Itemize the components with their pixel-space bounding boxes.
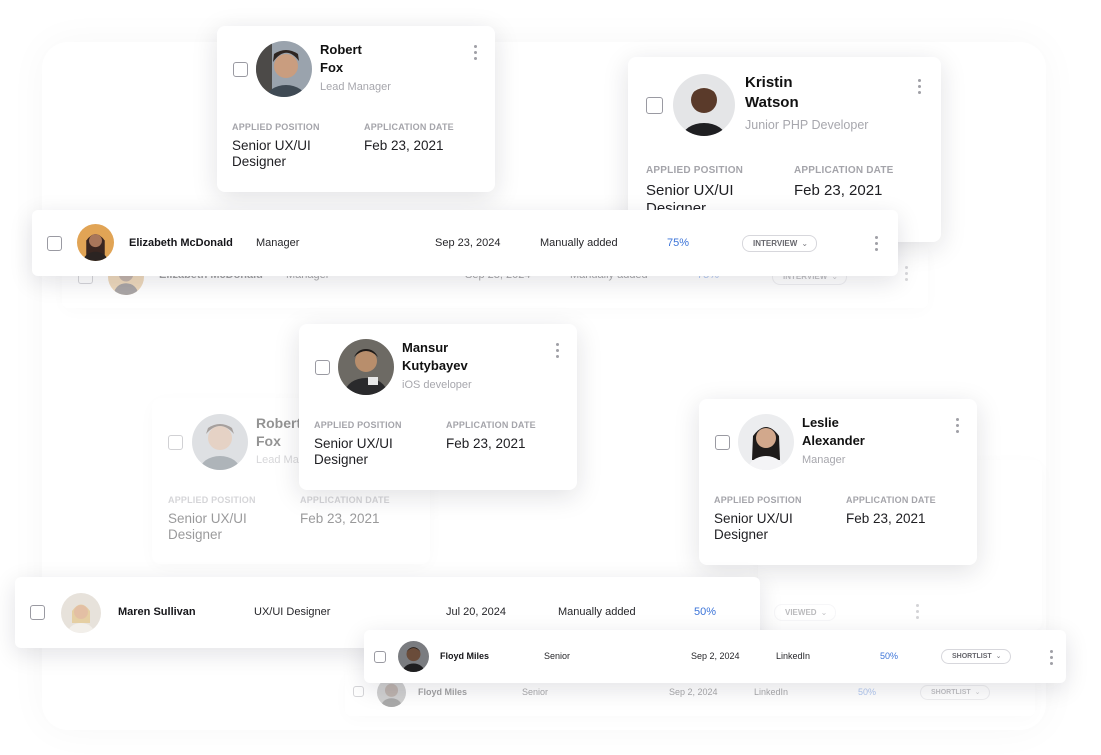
candidate-name: Floyd Miles xyxy=(418,687,468,697)
match-score: 75% xyxy=(667,237,690,249)
card-checkbox[interactable] xyxy=(715,435,730,450)
applied-date: Sep 2, 2024 xyxy=(669,687,718,697)
applied-position-line-1: Senior UX/UI xyxy=(168,511,247,526)
chevron-down-icon: ⌄ xyxy=(974,689,981,696)
applied-position-line-1: Senior UX/UI xyxy=(714,511,793,526)
source: Manually added xyxy=(540,237,618,249)
applied-position-label: APPLIED POSITION xyxy=(168,495,256,505)
chevron-down-icon: ⌄ xyxy=(820,608,828,617)
application-date: Feb 23, 2021 xyxy=(446,436,526,451)
avatar xyxy=(738,414,794,470)
candidate-last-name: Fox xyxy=(320,60,344,75)
applied-position-label: APPLIED POSITION xyxy=(714,495,802,505)
match-score: 50% xyxy=(858,687,877,697)
application-date-label: APPLICATION DATE xyxy=(364,122,454,132)
candidate-card: Mansur Kutybayev iOS developer APPLIED P… xyxy=(299,324,577,490)
application-date-label: APPLICATION DATE xyxy=(846,495,936,505)
application-date-label: APPLICATION DATE xyxy=(300,495,390,505)
avatar xyxy=(192,414,248,470)
more-options-icon[interactable] xyxy=(474,45,478,63)
applied-position-line-2: Designer xyxy=(314,452,369,467)
applied-position-label: APPLIED POSITION xyxy=(314,420,402,430)
avatar xyxy=(338,339,394,395)
row-checkbox[interactable] xyxy=(30,605,45,620)
row-checkbox[interactable] xyxy=(374,651,386,663)
chevron-down-icon: ⌄ xyxy=(995,653,1002,660)
applied-position-label: APPLIED POSITION xyxy=(646,165,744,176)
application-date: Feb 23, 2021 xyxy=(846,511,926,526)
candidate-role: UX/UI Designer xyxy=(254,606,331,618)
applied-position-line-2: Designer xyxy=(232,154,287,169)
avatar xyxy=(673,74,735,136)
table-row[interactable]: Elizabeth McDonald Manager Sep 23, 2024 … xyxy=(32,210,898,276)
candidate-first-name: Leslie xyxy=(802,415,839,430)
candidate-last-name: Fox xyxy=(256,433,281,449)
candidate-name: Elizabeth McDonald xyxy=(129,237,233,249)
candidate-name: Maren Sullivan xyxy=(118,606,196,618)
application-date: Feb 23, 2021 xyxy=(794,182,883,199)
applied-date: Sep 23, 2024 xyxy=(435,237,501,249)
applied-position-line-1: Senior UX/UI xyxy=(232,138,311,153)
candidate-role: Junior PHP Developer xyxy=(745,118,869,132)
source: LinkedIn xyxy=(754,687,789,697)
more-options-icon[interactable] xyxy=(1050,650,1054,668)
card-checkbox[interactable] xyxy=(233,62,248,77)
applied-position-label: APPLIED POSITION xyxy=(232,122,320,132)
status-badge: VIEWED ⌄ xyxy=(774,604,837,621)
candidate-role: Senior xyxy=(544,651,571,661)
application-date: Feb 23, 2021 xyxy=(300,511,380,526)
more-options-icon xyxy=(916,604,920,622)
applied-position-line-2: Designer xyxy=(714,527,769,542)
avatar xyxy=(61,593,101,633)
candidate-first-name: Mansur xyxy=(402,340,449,355)
candidate-last-name: Kutybayev xyxy=(402,358,468,373)
applied-position-line-2: Designer xyxy=(168,527,223,542)
candidate-card: Robert Fox Lead Manager APPLIED POSITION… xyxy=(217,26,495,192)
candidate-first-name: Robert xyxy=(320,42,362,57)
applied-date: Jul 20, 2024 xyxy=(446,606,506,618)
candidate-name: Floyd Miles xyxy=(440,651,490,661)
avatar xyxy=(398,641,429,672)
match-score: 50% xyxy=(694,606,717,618)
card-checkbox[interactable] xyxy=(315,360,330,375)
table-row[interactable]: Floyd Miles Senior Sep 2, 2024 LinkedIn … xyxy=(364,630,1066,683)
card-checkbox[interactable] xyxy=(646,97,663,114)
match-score: 50% xyxy=(880,651,899,661)
applied-position-line-1: Senior UX/UI xyxy=(646,182,734,199)
more-options-icon[interactable] xyxy=(556,343,560,361)
candidate-role: Manager xyxy=(256,237,300,249)
application-date: Feb 23, 2021 xyxy=(364,138,444,153)
candidate-last-name: Alexander xyxy=(802,433,865,448)
candidate-role: Manager xyxy=(802,454,846,466)
candidate-role: Senior xyxy=(522,687,549,697)
source: LinkedIn xyxy=(776,651,811,661)
applied-position-line-1: Senior UX/UI xyxy=(314,436,393,451)
status-badge: SHORTLIST ⌄ xyxy=(920,685,990,700)
source: Manually added xyxy=(558,606,636,618)
more-options-icon[interactable] xyxy=(918,79,922,97)
status-dropdown[interactable]: INTERVIEW ⌄ xyxy=(742,235,818,252)
candidate-card: Leslie Alexander Manager APPLIED POSITIO… xyxy=(699,399,977,565)
more-options-icon xyxy=(905,266,909,284)
row-checkbox[interactable] xyxy=(47,236,62,251)
candidate-role: iOS developer xyxy=(402,379,472,391)
candidate-first-name: Robert xyxy=(256,415,302,431)
more-options-icon[interactable] xyxy=(956,418,960,436)
status-dropdown[interactable]: SHORTLIST ⌄ xyxy=(941,649,1011,664)
applied-date: Sep 2, 2024 xyxy=(691,651,740,661)
application-date-label: APPLICATION DATE xyxy=(446,420,536,430)
avatar xyxy=(77,224,114,261)
chevron-down-icon: ⌄ xyxy=(801,239,809,248)
card-checkbox xyxy=(168,435,183,450)
avatar xyxy=(256,41,312,97)
application-date-label: APPLICATION DATE xyxy=(794,165,894,176)
candidate-first-name: Kristin xyxy=(745,74,793,91)
row-checkbox xyxy=(353,686,364,697)
more-options-icon[interactable] xyxy=(875,236,879,254)
candidate-last-name: Watson xyxy=(745,94,799,111)
candidate-role: Lead Manager xyxy=(320,81,391,93)
